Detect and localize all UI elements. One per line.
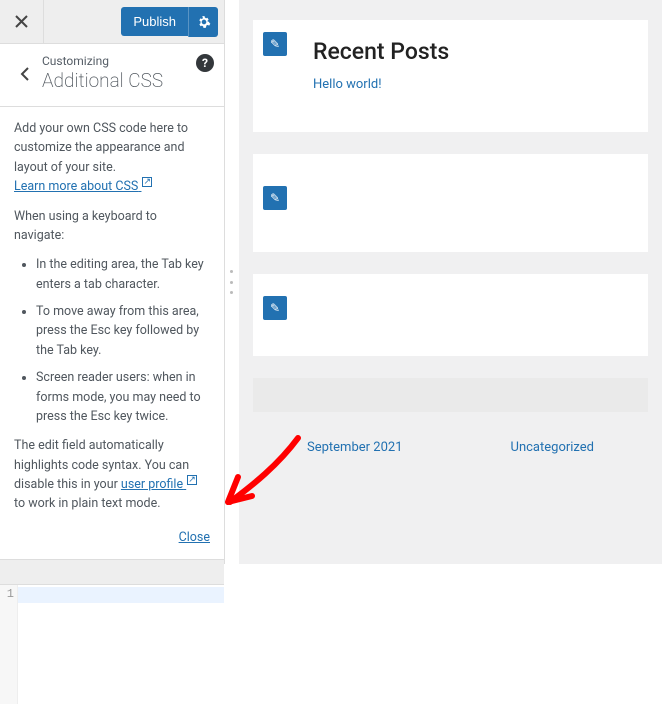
edit-widget-button[interactable]: ✎ [263, 32, 287, 56]
intro-text: Add your own CSS code here to customize … [14, 121, 188, 175]
list-item: In the editing area, the Tab key enters … [36, 255, 210, 294]
preview-block: ✎ [253, 274, 648, 356]
line-gutter: 1 [0, 585, 18, 704]
question-icon: ? [202, 56, 208, 70]
external-link-icon [141, 180, 153, 190]
section-title: Additional CSS [42, 69, 210, 92]
recent-posts-widget: ✎ Recent Posts Hello world! [253, 20, 648, 132]
breadcrumb: Customizing [42, 54, 210, 68]
post-link[interactable]: Hello world! [313, 77, 382, 92]
keyboard-tips-list: In the editing area, the Tab key enters … [18, 255, 210, 426]
chevron-left-icon [20, 67, 29, 81]
customizer-sidebar: Publish Customizing Additional CSS ? Add… [0, 0, 225, 564]
back-button[interactable] [10, 54, 38, 94]
close-help-link[interactable]: Close [179, 530, 210, 545]
close-icon [15, 15, 28, 28]
css-editor-area: 1 [0, 560, 224, 704]
category-link[interactable]: Uncategorized [511, 440, 594, 455]
widget-title: Recent Posts [313, 38, 626, 65]
list-item: To move away from this area, press the E… [36, 302, 210, 360]
customizer-topbar: Publish [0, 0, 224, 44]
section-header: Customizing Additional CSS ? [0, 44, 224, 107]
gear-icon [197, 15, 211, 29]
close-customizer-button[interactable] [0, 0, 44, 44]
user-profile-link[interactable]: user profile [121, 477, 198, 492]
publish-button[interactable]: Publish [121, 7, 188, 36]
preview-block: ✎ [253, 154, 648, 252]
code-active-line[interactable] [18, 587, 224, 603]
external-link-icon [186, 478, 198, 488]
archive-link[interactable]: September 2021 [307, 440, 403, 455]
panel-resize-handle[interactable] [225, 0, 239, 564]
edit-widget-button[interactable]: ✎ [263, 186, 287, 210]
publish-settings-button[interactable] [188, 7, 218, 37]
drag-handle-icon [230, 270, 234, 294]
learn-more-link[interactable]: Learn more about CSS [14, 179, 153, 194]
syntax-text-b: to work in plain text mode. [14, 496, 161, 511]
help-button[interactable]: ? [196, 54, 214, 72]
list-item: Screen reader users: when in forms mode,… [36, 368, 210, 426]
keyboard-heading: When using a keyboard to navigate: [14, 207, 210, 246]
pencil-icon: ✎ [270, 37, 280, 51]
css-editor[interactable]: 1 [0, 584, 224, 704]
edit-widget-button[interactable]: ✎ [263, 296, 287, 320]
pencil-icon: ✎ [270, 191, 280, 205]
footer-links: September 2021 Uncategorized [253, 440, 648, 455]
pencil-icon: ✎ [270, 301, 280, 315]
description-panel: Add your own CSS code here to customize … [0, 107, 224, 560]
site-preview: ✎ Recent Posts Hello world! ✎ ✎ Septembe… [239, 0, 662, 564]
preview-divider [253, 378, 648, 412]
